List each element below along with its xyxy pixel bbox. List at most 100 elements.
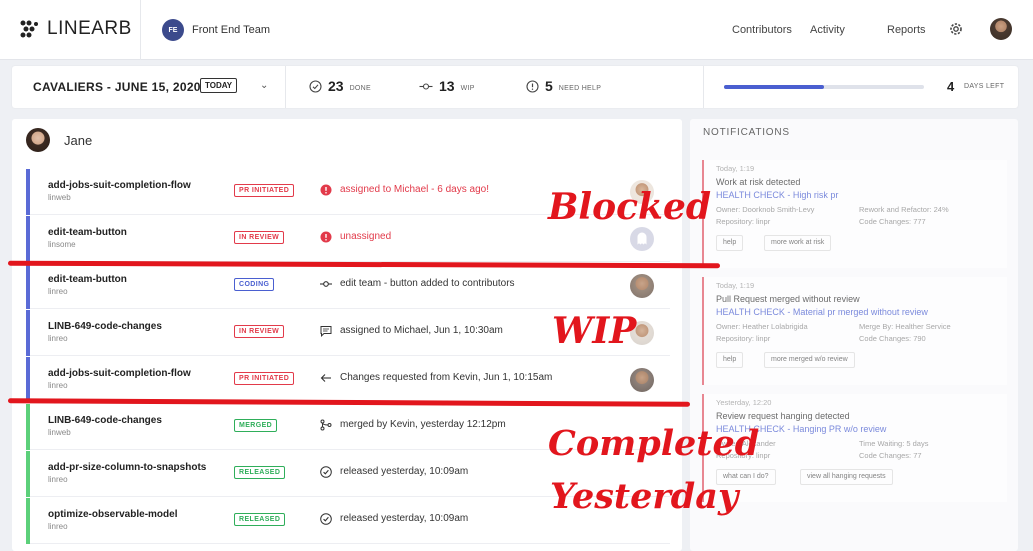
top-navbar: LINEARB FE Front End Team Contributors A… bbox=[0, 0, 1033, 60]
activity-text: released yesterday, 10:09am bbox=[340, 513, 469, 524]
repo-name: linreo bbox=[48, 475, 68, 484]
gear-icon[interactable] bbox=[948, 21, 964, 37]
notification-time: Yesterday, 12:20 bbox=[716, 398, 772, 407]
repo-name: linweb bbox=[48, 428, 71, 437]
linearb-logo[interactable]: LINEARB bbox=[18, 18, 132, 40]
status-badge: MERGED bbox=[234, 419, 278, 432]
notification-title: Review request hanging detected bbox=[716, 411, 850, 421]
activity-text: unassigned bbox=[340, 231, 392, 242]
blocked-annotation: Blocked bbox=[548, 186, 712, 228]
notification-action-button[interactable]: help bbox=[716, 352, 744, 368]
stat-wip: 13 WIP bbox=[419, 78, 475, 94]
row-status-bar bbox=[26, 498, 30, 544]
branch-name: LINB-649-code-changes bbox=[48, 415, 162, 426]
activity-text: released yesterday, 10:09am bbox=[340, 466, 469, 477]
notification-action-button[interactable]: help bbox=[716, 235, 744, 251]
repo-name: linweb bbox=[48, 193, 71, 202]
row-status-bar bbox=[26, 263, 30, 309]
row-status-bar bbox=[26, 404, 30, 450]
notification-subtitle[interactable]: HEALTH CHECK - High risk pr bbox=[716, 190, 838, 200]
today-button[interactable]: TODAY bbox=[200, 78, 238, 93]
contributor-header: Jane bbox=[26, 128, 92, 152]
nav-contributors[interactable]: Contributors bbox=[732, 24, 792, 36]
completed-annotation: Completed bbox=[548, 423, 760, 464]
status-badge: CODING bbox=[234, 278, 275, 291]
done-label: DONE bbox=[349, 84, 372, 92]
notification-meta: Code Changes: 77 bbox=[859, 451, 922, 460]
activity-text: assigned to Michael, Jun 1, 10:30am bbox=[340, 325, 503, 336]
notification-action-button[interactable]: more work at risk bbox=[764, 235, 832, 251]
branch-row[interactable]: add-jobs-suit-completion-flow linreo PR IN… bbox=[26, 357, 670, 403]
contributor-avatar bbox=[26, 128, 50, 152]
repo-name: linreo bbox=[48, 287, 68, 296]
branch-name: edit-team-button bbox=[48, 274, 127, 285]
divider bbox=[140, 0, 141, 60]
status-badge: PR INITIATED bbox=[234, 372, 295, 385]
wip-annotation: WIP bbox=[552, 310, 637, 352]
user-avatar[interactable] bbox=[990, 18, 1012, 40]
row-status-bar bbox=[26, 310, 30, 356]
repo-name: linreo bbox=[48, 334, 68, 343]
status-badge: RELEASED bbox=[234, 466, 286, 479]
stat-done: 23 DONE bbox=[309, 78, 371, 94]
notification-action-button[interactable]: view all hanging requests bbox=[800, 469, 893, 485]
comment-icon bbox=[320, 325, 332, 337]
contributor-name: Jane bbox=[64, 132, 93, 148]
commit-icon bbox=[419, 82, 433, 90]
notification-action-button[interactable]: more merged w/o review bbox=[764, 352, 855, 368]
chevron-down-icon[interactable]: ⌄ bbox=[260, 80, 268, 91]
commit-icon bbox=[320, 278, 332, 290]
ghost-avatar[interactable] bbox=[630, 227, 654, 251]
notification-meta: Repository: linpr bbox=[716, 217, 771, 226]
branch-name: add-pr-size-column-to-snapshots bbox=[48, 462, 207, 473]
check-circle-icon bbox=[309, 79, 322, 93]
activity-text: Changes requested from Kevin, Jun 1, 10:… bbox=[340, 372, 553, 383]
notifications-title: NOTIFICATIONS bbox=[703, 127, 790, 138]
need-help-count: 5 bbox=[545, 78, 553, 94]
brand-name: LINEARB bbox=[47, 18, 132, 39]
notification-title: Pull Request merged without review bbox=[716, 294, 860, 304]
row-status-bar bbox=[26, 216, 30, 262]
notification-card: Today, 1:19 Pull Request merged without r… bbox=[702, 277, 1007, 385]
wip-label: WIP bbox=[460, 84, 475, 92]
status-badge: IN REVIEW bbox=[234, 231, 285, 244]
alert-icon bbox=[320, 231, 332, 243]
notification-time: Today, 1:19 bbox=[716, 164, 755, 173]
sprint-bar: CAVALIERS - JUNE 15, 2020 TODAY ⌄ 23 DON… bbox=[12, 66, 1018, 108]
yesterday-annotation: Yesterday bbox=[550, 476, 739, 517]
alert-icon bbox=[320, 184, 332, 196]
branch-name: add-jobs-suit-completion-flow bbox=[48, 180, 191, 191]
branch-name: LINB-649-code-changes bbox=[48, 321, 162, 332]
row-status-bar bbox=[26, 169, 30, 215]
notification-meta: Rework and Refactor: 24% bbox=[859, 205, 949, 214]
ghost-icon bbox=[637, 232, 647, 245]
assignee-avatar[interactable] bbox=[630, 368, 654, 392]
assignee-avatar[interactable] bbox=[630, 274, 654, 298]
branch-row[interactable]: edit-team-button linreo CODING edit team - … bbox=[26, 263, 670, 309]
notification-subtitle[interactable]: HEALTH CHECK - Material pr merged withou… bbox=[716, 307, 928, 317]
linearb-logo-icon bbox=[20, 20, 38, 38]
branch-name: edit-team-button bbox=[48, 227, 127, 238]
divider bbox=[285, 66, 286, 108]
merge-icon bbox=[320, 419, 332, 431]
nav-activity[interactable]: Activity bbox=[810, 24, 845, 36]
row-status-bar bbox=[26, 357, 30, 403]
sprint-progress-fill bbox=[724, 85, 824, 89]
status-badge: RELEASED bbox=[234, 513, 286, 526]
alert-circle-icon bbox=[526, 79, 539, 93]
nav-reports[interactable]: Reports bbox=[887, 24, 926, 36]
activity-text: edit team - button added to contributors bbox=[340, 278, 515, 289]
days-left-count: 4 bbox=[947, 79, 955, 94]
team-badge: FE bbox=[162, 19, 184, 41]
done-count: 23 bbox=[328, 78, 344, 94]
need-help-label: NEED HELP bbox=[558, 84, 602, 92]
activity-text: merged by Kevin, yesterday 12:12pm bbox=[340, 419, 506, 430]
repo-name: linreo bbox=[48, 522, 68, 531]
notification-meta: Code Changes: 777 bbox=[859, 217, 926, 226]
notification-title: Work at risk detected bbox=[716, 177, 801, 187]
check-circle-icon bbox=[320, 513, 332, 525]
activity-text: assigned to Michael - 6 days ago! bbox=[340, 184, 489, 195]
team-selector[interactable]: FE Front End Team bbox=[162, 19, 270, 41]
notification-card: Today, 1:19 Work at risk detected HEALTH C… bbox=[702, 160, 1007, 268]
check-circle-icon bbox=[320, 466, 332, 478]
